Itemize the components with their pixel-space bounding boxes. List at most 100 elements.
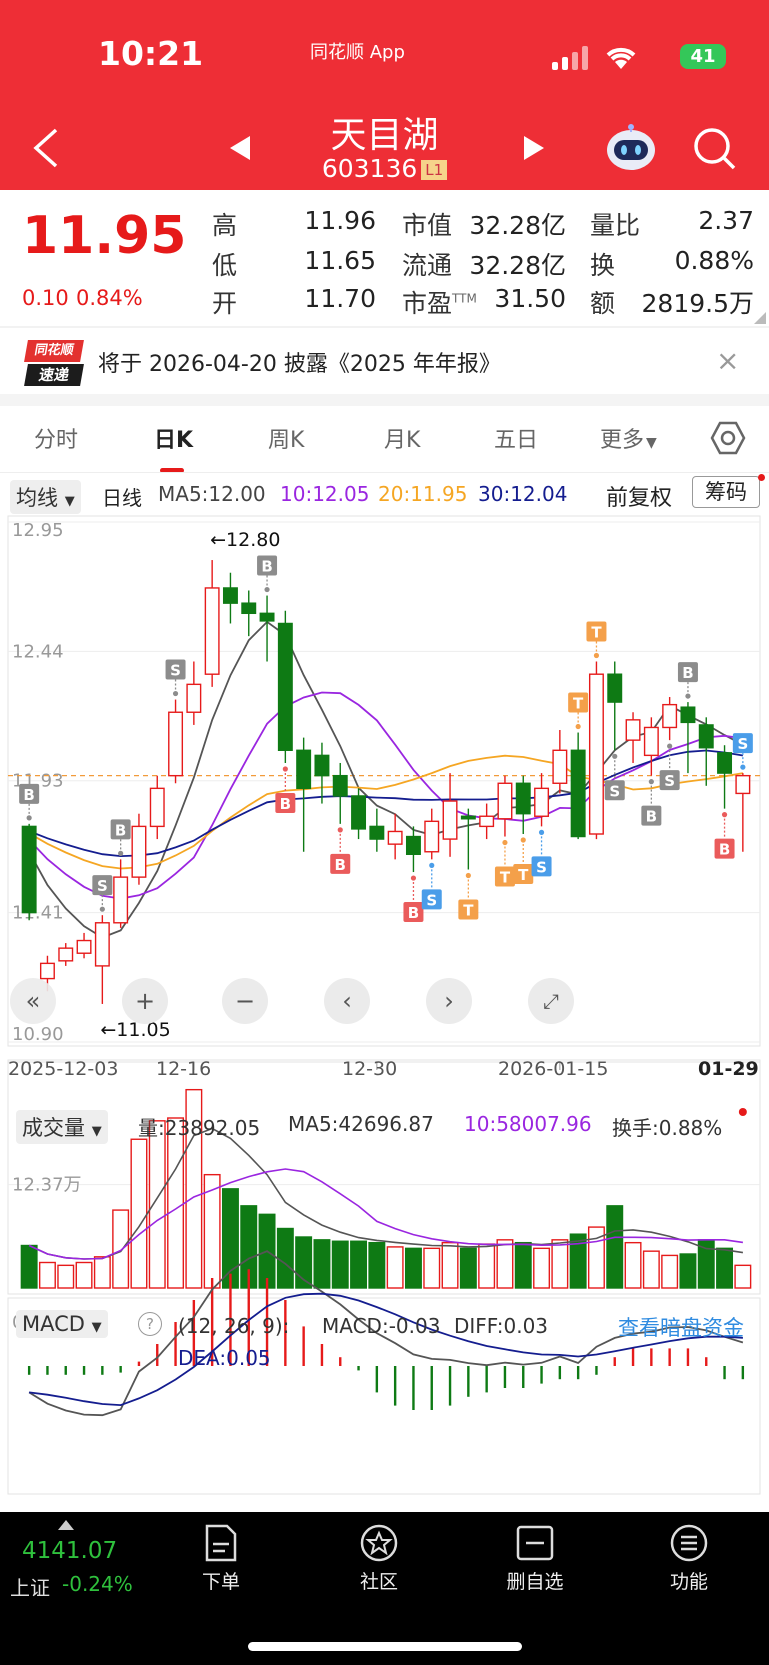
zoom-out-all-button[interactable]: « — [10, 978, 56, 1024]
signal-badge-label: T — [463, 902, 474, 920]
volume-bar — [20, 1244, 38, 1289]
notice-close-button[interactable]: × — [716, 344, 739, 377]
ma5-value: MA5:12.00 — [158, 482, 266, 506]
wifi-icon — [606, 47, 636, 69]
max-price-annotation: ←12.80 — [210, 529, 280, 551]
signal-badge-label: S — [426, 891, 437, 909]
candle-body — [534, 787, 550, 817]
zoom-out-button[interactable]: − — [222, 978, 268, 1024]
diff-value: DIFF:0.03 — [454, 1314, 549, 1338]
tab-intraday[interactable]: 分时 — [34, 422, 78, 454]
settings-hexagon-icon[interactable] — [710, 420, 746, 456]
price-change: 0.10 — [22, 286, 69, 310]
candle-body — [717, 752, 733, 774]
volume-bar — [276, 1227, 294, 1289]
level-badge: L1 — [421, 160, 448, 180]
tab-more-label: 更多 — [600, 428, 645, 453]
signal-badge-label: B — [719, 841, 730, 859]
signal-badge-label: S — [536, 858, 547, 876]
candle-body — [76, 939, 92, 954]
float-label: 流通 — [402, 251, 453, 280]
dark-pool-link[interactable]: 查看暗盘资金 — [618, 1312, 744, 1342]
macd-params: (12, 26, 9): — [178, 1314, 290, 1338]
signal-badge-label: T — [591, 624, 602, 642]
candle-body — [387, 830, 403, 845]
nav-functions[interactable]: 功能 — [644, 1524, 734, 1594]
signal-dot — [740, 764, 746, 770]
signal-dot — [721, 812, 728, 818]
candle-body — [314, 754, 330, 777]
x-label-end: 01-29 — [698, 1058, 759, 1080]
candle-body — [662, 703, 678, 729]
help-icon[interactable]: ? — [138, 1312, 162, 1336]
candle-body — [405, 835, 421, 855]
scroll-left-button[interactable]: ‹ — [324, 978, 370, 1024]
open-value: 11.70 — [304, 284, 376, 313]
macd-dea-line — [28, 1292, 743, 1407]
nav-community[interactable]: 社区 — [334, 1524, 424, 1594]
signal-dot — [612, 753, 618, 759]
volume-bar — [734, 1264, 752, 1289]
divider — [0, 326, 769, 328]
index-change: -0.24% — [62, 1572, 133, 1596]
signal-badge-label: B — [682, 664, 693, 682]
signal-badge-label: T — [573, 695, 584, 713]
news-logo-top: 同花顺 — [24, 340, 84, 362]
macd-dropdown[interactable]: MACD ▼ — [16, 1310, 108, 1338]
signal-badge-label: T — [518, 866, 529, 884]
search-icon[interactable] — [692, 126, 738, 172]
signal-dot — [429, 862, 435, 868]
adjust-button[interactable]: 前复权 — [606, 480, 672, 512]
community-star-icon — [360, 1524, 398, 1562]
fullscreen-button[interactable]: ⤢ — [528, 978, 574, 1024]
index-value[interactable]: 4141.07 — [22, 1538, 117, 1564]
functions-menu-icon — [670, 1524, 708, 1562]
mcap-label: 市值 — [402, 211, 453, 240]
volume-ratio-value: 2.37 — [698, 206, 754, 235]
volume-bar — [533, 1247, 551, 1289]
candle-body — [21, 825, 37, 914]
nav-remove-watchlist[interactable]: 删自选 — [490, 1524, 580, 1594]
index-up-arrow-icon — [58, 1520, 74, 1530]
candle-body — [625, 719, 641, 741]
candle-body — [369, 825, 385, 840]
amount-label: 额 — [590, 289, 616, 318]
tab-five-day[interactable]: 五日 — [494, 422, 538, 454]
candle-body — [570, 749, 586, 838]
robot-assistant-icon[interactable] — [604, 122, 658, 172]
signal-badge-label: S — [609, 782, 620, 800]
app-header: 10:21 同花顺 App 41 天目湖 603136 L1 — [0, 0, 769, 190]
pe-label-text: 市盈 — [402, 289, 453, 318]
macd-value: MACD:-0.03 — [322, 1314, 441, 1338]
next-stock-icon[interactable] — [522, 134, 546, 162]
status-time: 10:21 — [98, 34, 204, 73]
candle-body — [698, 724, 714, 749]
volume-bar — [221, 1188, 239, 1289]
news-logo: 同花顺 速递 — [24, 340, 84, 386]
candle-body — [643, 726, 659, 757]
expand-corner-icon[interactable] — [754, 312, 766, 324]
signal-icon — [552, 46, 588, 70]
volume-dropdown-label: 成交量 — [22, 1116, 85, 1140]
tab-more[interactable]: 更多 ▼ — [600, 422, 657, 454]
signal-badge-label: B — [408, 904, 419, 922]
notice-text[interactable]: 将于 2026-04-20 披露《2025 年年报》 — [98, 346, 501, 378]
signal-dot — [26, 815, 32, 821]
zoom-in-button[interactable]: + — [122, 978, 168, 1024]
tab-daily-k[interactable]: 日K — [154, 422, 193, 454]
tab-weekly-k[interactable]: 周K — [268, 422, 304, 454]
nav-order[interactable]: 下单 — [176, 1524, 266, 1594]
volume-dropdown[interactable]: 成交量 ▼ — [16, 1110, 108, 1144]
scroll-right-button[interactable]: › — [426, 978, 472, 1024]
kline-chart-area[interactable]: 12.9512.4411.9311.4110.90←12.80←11.05BSB… — [0, 512, 769, 1512]
volume-bar — [496, 1239, 514, 1289]
tab-monthly-k[interactable]: 月K — [384, 422, 420, 454]
chips-button[interactable]: 筹码 — [692, 476, 760, 508]
chevron-down-icon: ▼ — [91, 1320, 102, 1335]
volume-bar — [642, 1250, 660, 1289]
status-app-label: 同花顺 App — [310, 42, 405, 63]
volume-bar — [404, 1247, 422, 1289]
y-tick-label: 10.90 — [12, 1024, 64, 1045]
candle-body — [149, 787, 165, 828]
ma-dropdown[interactable]: 均线 ▼ — [10, 480, 81, 514]
